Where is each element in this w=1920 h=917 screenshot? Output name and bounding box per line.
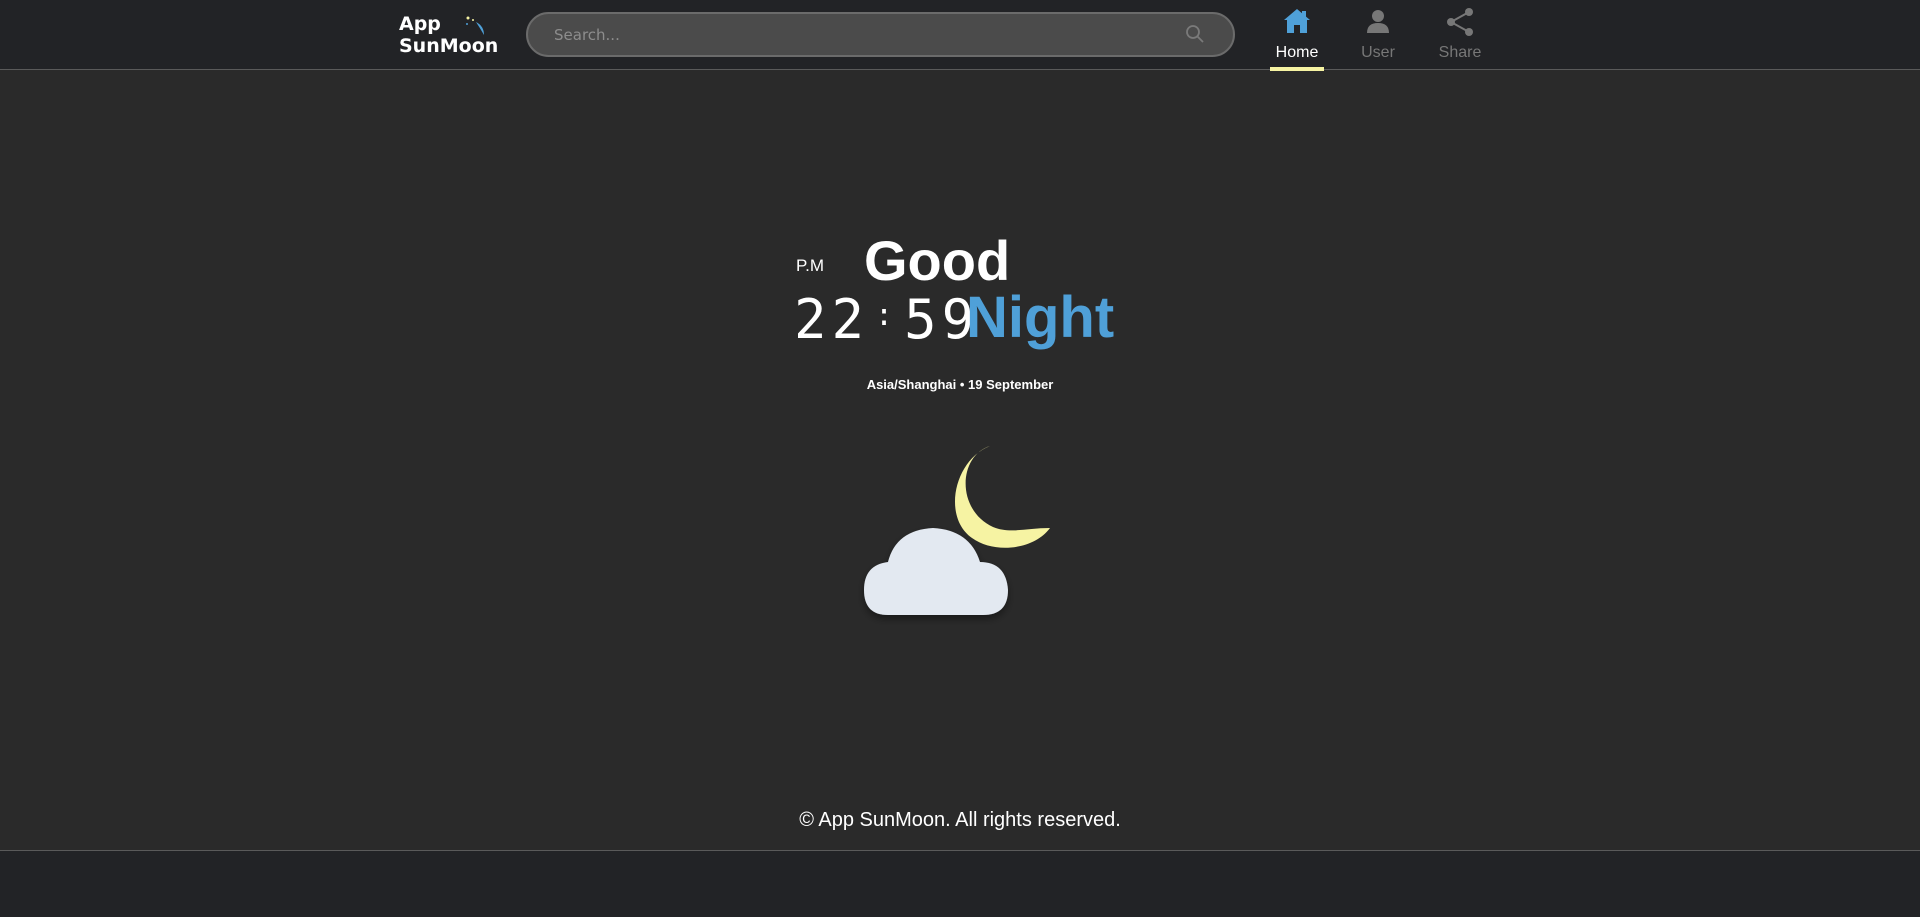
share-icon: [1429, 6, 1491, 40]
nav-home[interactable]: Home: [1266, 6, 1328, 71]
top-navbar: App SunMoon Home: [0, 0, 1920, 71]
clock-hours: 22: [794, 288, 870, 351]
nav-user-label: User: [1361, 44, 1395, 61]
clock-separator: :: [875, 298, 899, 333]
am-pm-indicator: P.M: [796, 256, 825, 275]
user-icon: [1347, 6, 1409, 40]
nav-home-label: Home: [1275, 44, 1319, 61]
nav-user[interactable]: User: [1347, 6, 1409, 70]
footer-bar: [0, 850, 1920, 917]
search-bar: [526, 12, 1235, 57]
app-logo[interactable]: App SunMoon: [399, 13, 498, 57]
search-input[interactable]: [554, 14, 1174, 55]
logo-line-1: App: [399, 13, 441, 35]
greeting-block: P.M Good 22 : 59 Night: [794, 226, 1134, 356]
nav-share-label: Share: [1438, 44, 1482, 61]
logo-line-2: SunMoon: [399, 35, 499, 57]
greeting-word-2: Night: [966, 285, 1115, 350]
moon-icon: [954, 446, 1050, 548]
home-icon: [1266, 6, 1328, 40]
moon-cloud-icon: [864, 446, 1050, 615]
search-icon[interactable]: [1185, 24, 1205, 44]
location-date: Asia/Shanghai • 19 September: [866, 377, 1054, 392]
footer-copyright: © App SunMoon. All rights reserved.: [799, 809, 1121, 831]
logo-stars-icon: [466, 16, 484, 35]
digital-clock: 22 : 59: [794, 288, 979, 351]
nav-share[interactable]: Share: [1429, 6, 1491, 70]
